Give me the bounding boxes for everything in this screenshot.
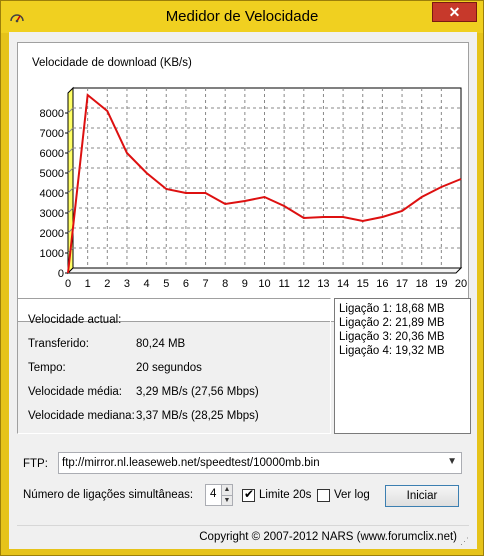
check-icon: ✔ <box>244 487 255 501</box>
x-tick-label: 3 <box>124 278 130 290</box>
median-speed-value: 3,37 MB/s (28,25 Mbps) <box>136 410 259 422</box>
x-tick-label: 19 <box>435 278 447 290</box>
close-button[interactable]: ✕ <box>432 2 477 22</box>
x-tick-label: 14 <box>337 278 349 290</box>
client-area: Velocidade de download (KB/s) 0 1000 2000 3… <box>9 32 477 549</box>
title-bar[interactable]: Medidor de Velocidade ✕ <box>1 1 483 33</box>
x-tick-label: 12 <box>298 278 310 290</box>
current-speed-label: Velocidade actual: <box>28 314 122 326</box>
transferred-label: Transferido: <box>28 338 89 350</box>
connection-item[interactable]: Ligação 2: 21,89 MB <box>339 317 445 329</box>
y-tick-label: 5000 <box>40 168 64 180</box>
chart-floor <box>66 267 463 274</box>
x-tick-label: 9 <box>242 278 248 290</box>
connections-list[interactable]: Ligação 1: 18,68 MB Ligação 2: 21,89 MB … <box>334 298 471 434</box>
window-title: Medidor de Velocidade <box>165 8 319 25</box>
ftp-label: FTP: <box>23 458 48 470</box>
speed-chart: 0100020003000400050006000700080000 1 2 3 4 5 6… <box>40 86 467 290</box>
chart-panel: Velocidade de download (KB/s) 0 1000 2000 3… <box>17 42 469 322</box>
view-log-checkbox[interactable] <box>317 489 330 502</box>
copyright-text: Copyright © 2007-2012 NARS (www.forumcli… <box>199 531 457 543</box>
connection-item[interactable]: Ligação 4: 19,32 MB <box>339 345 445 357</box>
spin-down-icon[interactable]: ▼ <box>221 495 232 505</box>
chart-plot-area <box>72 87 462 269</box>
limit-20s-label[interactable]: Limite 20s <box>259 489 311 501</box>
x-tick-label: 10 <box>258 278 270 290</box>
status-bar: Copyright © 2007-2012 NARS (www.forumcli… <box>17 525 469 547</box>
x-tick-label: 7 <box>202 278 208 290</box>
x-tick-label: 16 <box>376 278 388 290</box>
x-tick-label: 6 <box>183 278 189 290</box>
transferred-value: 80,24 MB <box>136 338 186 350</box>
y-tick-label: 7000 <box>40 128 64 140</box>
connections-count-value[interactable]: 4 <box>210 488 216 500</box>
avg-speed-value: 3,29 MB/s (27,56 Mbps) <box>136 386 259 398</box>
y-tick-label: 8000 <box>40 108 64 120</box>
x-tick-label: 11 <box>278 278 289 290</box>
x-tick-label: 15 <box>357 278 369 290</box>
y-tick-label: 4000 <box>40 188 64 200</box>
x-tick-label: 2 <box>104 278 110 290</box>
x-tick-label: 1 <box>85 278 91 290</box>
start-button[interactable]: Iniciar <box>385 485 459 507</box>
stats-panel: Velocidade actual: Transferido: 80,24 MB… <box>17 298 331 434</box>
limit-20s-checkbox[interactable]: ✔ <box>242 487 255 502</box>
median-speed-label: Velocidade mediana: <box>28 410 135 422</box>
resize-grip-icon[interactable]: ⋰ <box>460 536 469 547</box>
x-tick-label: 8 <box>222 278 228 290</box>
x-tick-label: 13 <box>317 278 329 290</box>
chevron-down-icon[interactable]: ▼ <box>447 456 457 467</box>
x-tick-label: 20 <box>455 278 467 290</box>
ftp-url-value[interactable]: ftp://mirror.nl.leaseweb.net/speedtest/1… <box>62 457 320 469</box>
connections-count-label: Número de ligações simultâneas: <box>23 489 194 501</box>
connection-item[interactable]: Ligação 1: 18,68 MB <box>339 303 445 315</box>
spin-up-icon[interactable]: ▲ <box>221 485 232 495</box>
x-tick-label: 17 <box>396 278 408 290</box>
ftp-url-combobox[interactable]: ftp://mirror.nl.leaseweb.net/speedtest/1… <box>58 452 462 474</box>
x-tick-label: 5 <box>163 278 169 290</box>
app-window: Medidor de Velocidade ✕ Velocidade de do… <box>0 0 484 556</box>
y-tick-label: 0 <box>58 268 64 280</box>
connections-count-stepper[interactable]: 4 ▲ ▼ <box>205 484 233 506</box>
y-tick-label: 3000 <box>40 208 64 220</box>
connection-item[interactable]: Ligação 3: 20,36 MB <box>339 331 445 343</box>
y-tick-label: 2000 <box>40 228 64 240</box>
x-tick-label: 18 <box>416 278 428 290</box>
avg-speed-label: Velocidade média: <box>28 386 122 398</box>
y-tick-label: 6000 <box>40 148 64 160</box>
y-tick-label: 1000 <box>40 248 64 260</box>
x-tick-label: 4 <box>144 278 150 290</box>
time-value: 20 segundos <box>136 362 202 374</box>
time-label: Tempo: <box>28 362 66 374</box>
x-tick-label: 0 <box>65 278 71 290</box>
view-log-label[interactable]: Ver log <box>334 489 370 501</box>
